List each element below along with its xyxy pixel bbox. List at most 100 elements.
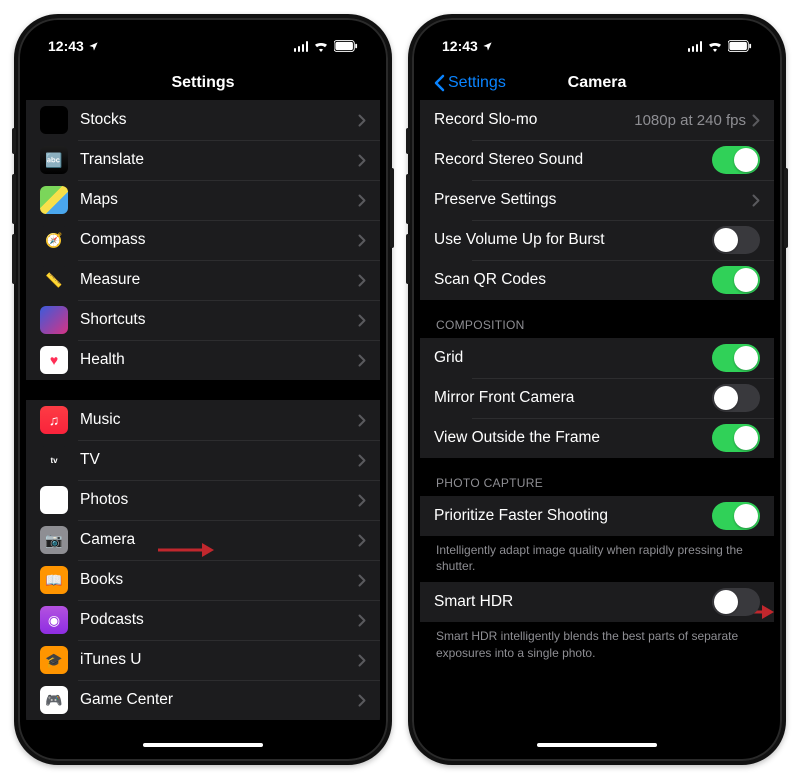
- row-label: Mirror Front Camera: [434, 389, 712, 407]
- settings-row-music[interactable]: ♫ Music: [26, 400, 380, 440]
- mute-switch: [12, 128, 16, 154]
- itunesu-icon: 🎓: [40, 646, 68, 674]
- phone-right: 12:43 Settings Camera Record Slo-mo 1080…: [408, 14, 786, 765]
- podcasts-icon: ◉: [40, 606, 68, 634]
- back-label: Settings: [448, 74, 506, 92]
- mute-switch: [406, 128, 410, 154]
- camera-row-grid[interactable]: Grid: [420, 338, 774, 378]
- volume-burst-toggle[interactable]: [712, 226, 760, 254]
- home-indicator[interactable]: [143, 743, 263, 747]
- wifi-icon: [313, 40, 329, 52]
- chevron-right-icon: [358, 494, 366, 507]
- chevron-left-icon: [434, 74, 445, 92]
- compass-icon: 🧭: [40, 226, 68, 254]
- smart-hdr-toggle[interactable]: [712, 588, 760, 616]
- settings-row-compass[interactable]: 🧭 Compass: [26, 220, 380, 260]
- camera-row-smart-hdr[interactable]: Smart HDR: [420, 582, 774, 622]
- cellular-signal-icon: [688, 41, 703, 52]
- settings-row-stocks[interactable]: Stocks: [26, 100, 380, 140]
- page-title: Settings: [171, 74, 234, 92]
- photos-icon: ❀: [40, 486, 68, 514]
- music-icon: ♫: [40, 406, 68, 434]
- translate-icon: 🔤: [40, 146, 68, 174]
- back-button[interactable]: Settings: [434, 74, 506, 92]
- cellular-signal-icon: [294, 41, 309, 52]
- row-label: Record Stereo Sound: [434, 151, 712, 169]
- settings-row-podcasts[interactable]: ◉ Podcasts: [26, 600, 380, 640]
- settings-row-books[interactable]: 📖 Books: [26, 560, 380, 600]
- settings-row-itunesu[interactable]: 🎓 iTunes U: [26, 640, 380, 680]
- settings-row-label: Translate: [80, 151, 358, 169]
- settings-row-maps[interactable]: Maps: [26, 180, 380, 220]
- location-icon: [88, 41, 99, 52]
- books-icon: 📖: [40, 566, 68, 594]
- row-label: View Outside the Frame: [434, 429, 712, 447]
- chevron-right-icon: [358, 114, 366, 127]
- row-label: Record Slo-mo: [434, 111, 634, 129]
- volume-down-button: [12, 234, 16, 284]
- settings-row-label: iTunes U: [80, 651, 358, 669]
- camera-icon: 📷: [40, 526, 68, 554]
- camera-row-preserve-settings[interactable]: Preserve Settings: [420, 180, 774, 220]
- settings-row-translate[interactable]: 🔤 Translate: [26, 140, 380, 180]
- settings-row-gamecenter[interactable]: 🎮 Game Center: [26, 680, 380, 720]
- maps-icon: [40, 186, 68, 214]
- row-label: Scan QR Codes: [434, 271, 712, 289]
- camera-row-record-stereo[interactable]: Record Stereo Sound: [420, 140, 774, 180]
- notch: [123, 26, 283, 52]
- shortcuts-icon: [40, 306, 68, 334]
- health-icon: ♥: [40, 346, 68, 374]
- prioritize-faster-toggle[interactable]: [712, 502, 760, 530]
- camera-row-mirror-front[interactable]: Mirror Front Camera: [420, 378, 774, 418]
- settings-row-label: TV: [80, 451, 358, 469]
- camera-row-prioritize-faster[interactable]: Prioritize Faster Shooting: [420, 496, 774, 536]
- status-time: 12:43: [442, 38, 478, 54]
- settings-row-measure[interactable]: 📏 Measure: [26, 260, 380, 300]
- chevron-right-icon: [358, 534, 366, 547]
- chevron-right-icon: [358, 574, 366, 587]
- measure-icon: 📏: [40, 266, 68, 294]
- chevron-right-icon: [358, 354, 366, 367]
- chevron-right-icon: [358, 234, 366, 247]
- grid-toggle[interactable]: [712, 344, 760, 372]
- footer-text-hdr: Smart HDR intelligently blends the best …: [420, 622, 774, 668]
- settings-row-label: Health: [80, 351, 358, 369]
- settings-row-label: Stocks: [80, 111, 358, 129]
- chevron-right-icon: [358, 694, 366, 707]
- chevron-right-icon: [358, 154, 366, 167]
- notch: [517, 26, 677, 52]
- home-indicator[interactable]: [537, 743, 657, 747]
- record-stereo-toggle[interactable]: [712, 146, 760, 174]
- tv-icon: tv: [40, 446, 68, 474]
- wifi-icon: [707, 40, 723, 52]
- settings-row-label: Camera: [80, 531, 358, 549]
- volume-down-button: [406, 234, 410, 284]
- nav-bar: Settings Camera: [420, 66, 774, 100]
- settings-row-camera[interactable]: 📷 Camera: [26, 520, 380, 560]
- chevron-right-icon: [752, 114, 760, 127]
- chevron-right-icon: [358, 614, 366, 627]
- settings-row-label: Measure: [80, 271, 358, 289]
- view-outside-toggle[interactable]: [712, 424, 760, 452]
- settings-row-label: Compass: [80, 231, 358, 249]
- mirror-front-toggle[interactable]: [712, 384, 760, 412]
- settings-row-photos[interactable]: ❀ Photos: [26, 480, 380, 520]
- settings-row-label: Podcasts: [80, 611, 358, 629]
- settings-row-tv[interactable]: tv TV: [26, 440, 380, 480]
- camera-row-record-slomo[interactable]: Record Slo-mo 1080p at 240 fps: [420, 100, 774, 140]
- camera-row-volume-burst[interactable]: Use Volume Up for Burst: [420, 220, 774, 260]
- battery-icon: [728, 40, 752, 52]
- volume-up-button: [12, 174, 16, 224]
- phone-left: 12:43 Settings Stocks 🔤 Translate Maps: [14, 14, 392, 765]
- nav-bar: Settings: [26, 66, 380, 100]
- scan-qr-toggle[interactable]: [712, 266, 760, 294]
- chevron-right-icon: [358, 654, 366, 667]
- row-label: Preserve Settings: [434, 191, 752, 209]
- settings-row-health[interactable]: ♥ Health: [26, 340, 380, 380]
- status-time: 12:43: [48, 38, 84, 54]
- settings-row-label: Shortcuts: [80, 311, 358, 329]
- camera-row-scan-qr[interactable]: Scan QR Codes: [420, 260, 774, 300]
- row-label: Smart HDR: [434, 593, 712, 611]
- camera-row-view-outside[interactable]: View Outside the Frame: [420, 418, 774, 458]
- settings-row-shortcuts[interactable]: Shortcuts: [26, 300, 380, 340]
